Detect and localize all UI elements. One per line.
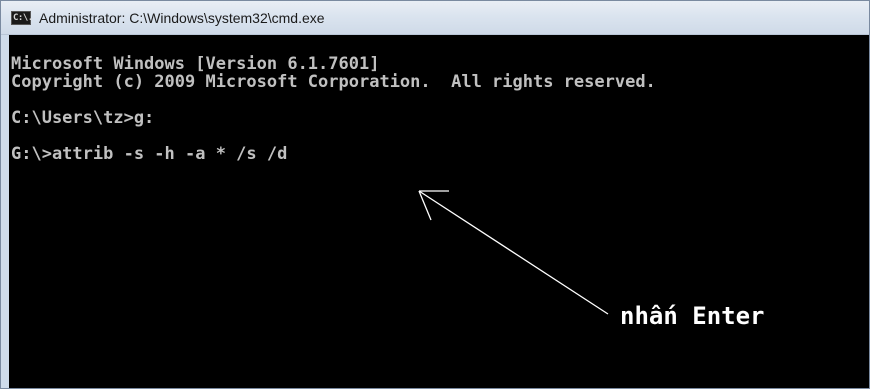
console-line-prompt-users: C:\Users\tz>g: [11, 108, 155, 128]
console-line-attrib-command: G:\>attrib -s -h -a * /s /d [11, 144, 288, 164]
console-line-version: Microsoft Windows [Version 6.1.7601] [11, 54, 380, 74]
cmd-window: C:\. Administrator: C:\Windows\system32\… [0, 0, 870, 389]
console-line-copyright: Copyright (c) 2009 Microsoft Corporation… [11, 72, 656, 92]
cmd-icon[interactable]: C:\. [11, 11, 33, 25]
title-bar[interactable]: C:\. Administrator: C:\Windows\system32\… [1, 1, 869, 35]
cmd-icon-label: C:\. [13, 13, 33, 23]
annotation-label: nhấn Enter [620, 302, 765, 330]
window-title: Administrator: C:\Windows\system32\cmd.e… [39, 10, 325, 26]
console-area[interactable]: Microsoft Windows [Version 6.1.7601] Cop… [9, 35, 869, 388]
